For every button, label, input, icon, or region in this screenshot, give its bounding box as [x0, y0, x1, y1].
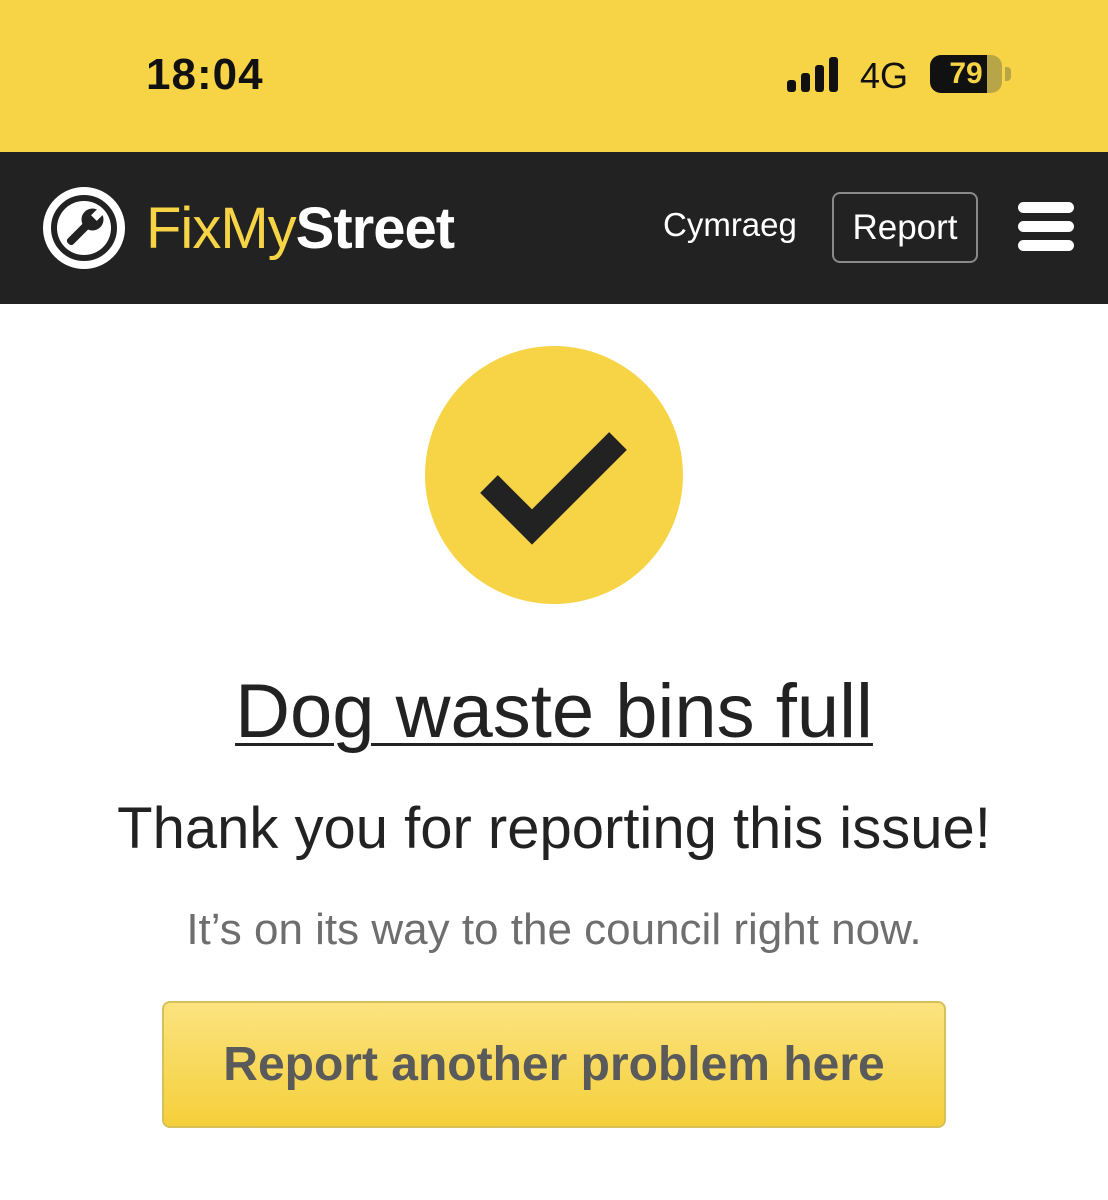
battery-percent: 79 — [949, 57, 983, 90]
status-time: 18:04 — [146, 50, 264, 99]
language-link[interactable]: Cymraeg — [663, 206, 797, 244]
site-header: FixMyStreet Cymraeg Report — [0, 152, 1108, 304]
network-type: 4G — [860, 55, 909, 96]
battery-icon: 79 — [930, 55, 1012, 95]
hamburger-menu-icon[interactable] — [1018, 202, 1074, 252]
status-bar: 18:04 4G 79 — [0, 0, 1108, 152]
signal-strength-icon — [787, 56, 843, 92]
logo-text-fixmy: FixMy — [146, 196, 297, 261]
status-message: It’s on its way to the council right now… — [186, 905, 922, 954]
checkmark-icon — [480, 432, 627, 545]
success-badge — [425, 346, 683, 604]
report-title-link[interactable]: Dog waste bins full — [0, 668, 1108, 755]
logo-text-street: Street — [295, 196, 455, 261]
thanks-message: Thank you for reporting this issue! — [117, 796, 991, 861]
report-button[interactable]: Report — [832, 192, 978, 263]
site-logo[interactable]: FixMyStreet — [146, 196, 455, 262]
report-another-problem-button[interactable]: Report another problem here — [162, 1001, 946, 1128]
wrench-logo-icon[interactable] — [42, 186, 126, 270]
